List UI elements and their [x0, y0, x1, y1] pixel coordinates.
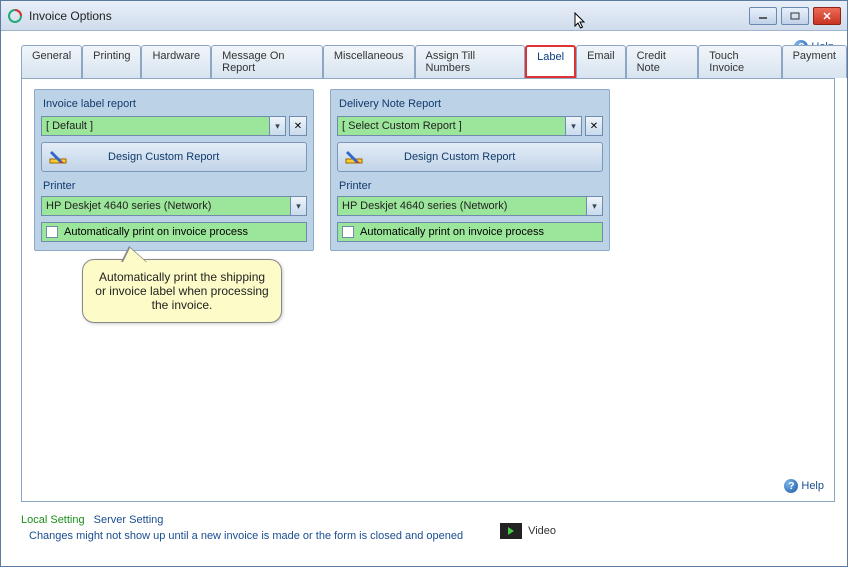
auto-print-label-delivery: Automatically print on invoice process: [360, 226, 544, 238]
design-custom-report-delivery[interactable]: Design Custom Report: [337, 142, 603, 172]
tab-label[interactable]: Label: [525, 45, 576, 78]
auto-print-label-invoice: Automatically print on invoice process: [64, 226, 248, 238]
help-label: Help: [801, 480, 824, 492]
footer-note: Changes might not show up until a new in…: [29, 530, 827, 542]
delivery-note-report-group: Delivery Note Report [ Select Custom Rep…: [330, 89, 610, 251]
tooltip-callout: Automatically print the shipping or invo…: [82, 259, 282, 323]
tab-bar: General Printing Hardware Message On Rep…: [1, 31, 847, 78]
local-setting-link[interactable]: Local Setting: [21, 514, 85, 526]
title-bar: Invoice Options: [1, 1, 847, 31]
minimize-button[interactable]: [749, 7, 777, 25]
window-title: Invoice Options: [29, 9, 749, 23]
tab-message-on-report[interactable]: Message On Report: [211, 45, 323, 78]
ruler-pencil-icon: [48, 147, 68, 167]
server-setting-link[interactable]: Server Setting: [94, 514, 164, 526]
group-title-invoice: Invoice label report: [43, 98, 307, 110]
design-button-label: Design Custom Report: [108, 151, 219, 163]
video-link[interactable]: Video: [500, 523, 556, 539]
tab-miscellaneous[interactable]: Miscellaneous: [323, 45, 415, 78]
help-link-content[interactable]: ? Help: [784, 479, 824, 493]
printer-select-delivery-value: HP Deskjet 4640 series (Network): [342, 200, 507, 212]
printer-select-delivery-dropdown[interactable]: [587, 196, 603, 216]
maximize-button[interactable]: [781, 7, 809, 25]
report-clear-delivery[interactable]: ✕: [585, 116, 603, 136]
printer-select-invoice[interactable]: HP Deskjet 4640 series (Network): [41, 196, 291, 216]
report-select-invoice-value: [ Default ]: [46, 120, 93, 132]
report-select-delivery[interactable]: [ Select Custom Report ]: [337, 116, 566, 136]
auto-print-row-invoice: Automatically print on invoice process: [41, 222, 307, 242]
tab-credit-note[interactable]: Credit Note: [626, 45, 699, 78]
printer-select-invoice-value: HP Deskjet 4640 series (Network): [46, 200, 211, 212]
tab-printing[interactable]: Printing: [82, 45, 141, 78]
design-button-label: Design Custom Report: [404, 151, 515, 163]
printer-select-delivery[interactable]: HP Deskjet 4640 series (Network): [337, 196, 587, 216]
play-icon: [500, 523, 522, 539]
group-title-delivery: Delivery Note Report: [339, 98, 603, 110]
tab-general[interactable]: General: [21, 45, 82, 78]
video-label: Video: [528, 525, 556, 537]
tab-hardware[interactable]: Hardware: [141, 45, 211, 78]
content-area: Invoice label report [ Default ] ✕ Desig…: [21, 78, 835, 502]
tab-touch-invoice[interactable]: Touch Invoice: [698, 45, 781, 78]
report-select-delivery-value: [ Select Custom Report ]: [342, 120, 462, 132]
design-custom-report-invoice[interactable]: Design Custom Report: [41, 142, 307, 172]
report-select-invoice[interactable]: [ Default ]: [41, 116, 270, 136]
printer-label-invoice: Printer: [43, 180, 307, 192]
auto-print-checkbox-invoice[interactable]: [46, 226, 58, 238]
report-clear-invoice[interactable]: ✕: [289, 116, 307, 136]
printer-label-delivery: Printer: [339, 180, 603, 192]
auto-print-checkbox-delivery[interactable]: [342, 226, 354, 238]
printer-select-invoice-dropdown[interactable]: [291, 196, 307, 216]
report-select-delivery-dropdown[interactable]: [566, 116, 582, 136]
close-button[interactable]: [813, 7, 841, 25]
help-icon: ?: [784, 479, 798, 493]
invoice-label-report-group: Invoice label report [ Default ] ✕ Desig…: [34, 89, 314, 251]
report-select-invoice-dropdown[interactable]: [270, 116, 286, 136]
tab-payment[interactable]: Payment: [782, 45, 847, 78]
tab-assign-till-numbers[interactable]: Assign Till Numbers: [415, 45, 526, 78]
app-icon: [7, 8, 23, 24]
setting-links: Local Setting Server Setting: [21, 514, 827, 526]
auto-print-row-delivery: Automatically print on invoice process: [337, 222, 603, 242]
footer: Local Setting Server Setting Changes mig…: [1, 510, 847, 542]
tab-email[interactable]: Email: [576, 45, 626, 78]
window-controls: [749, 7, 841, 25]
ruler-pencil-icon: [344, 147, 364, 167]
